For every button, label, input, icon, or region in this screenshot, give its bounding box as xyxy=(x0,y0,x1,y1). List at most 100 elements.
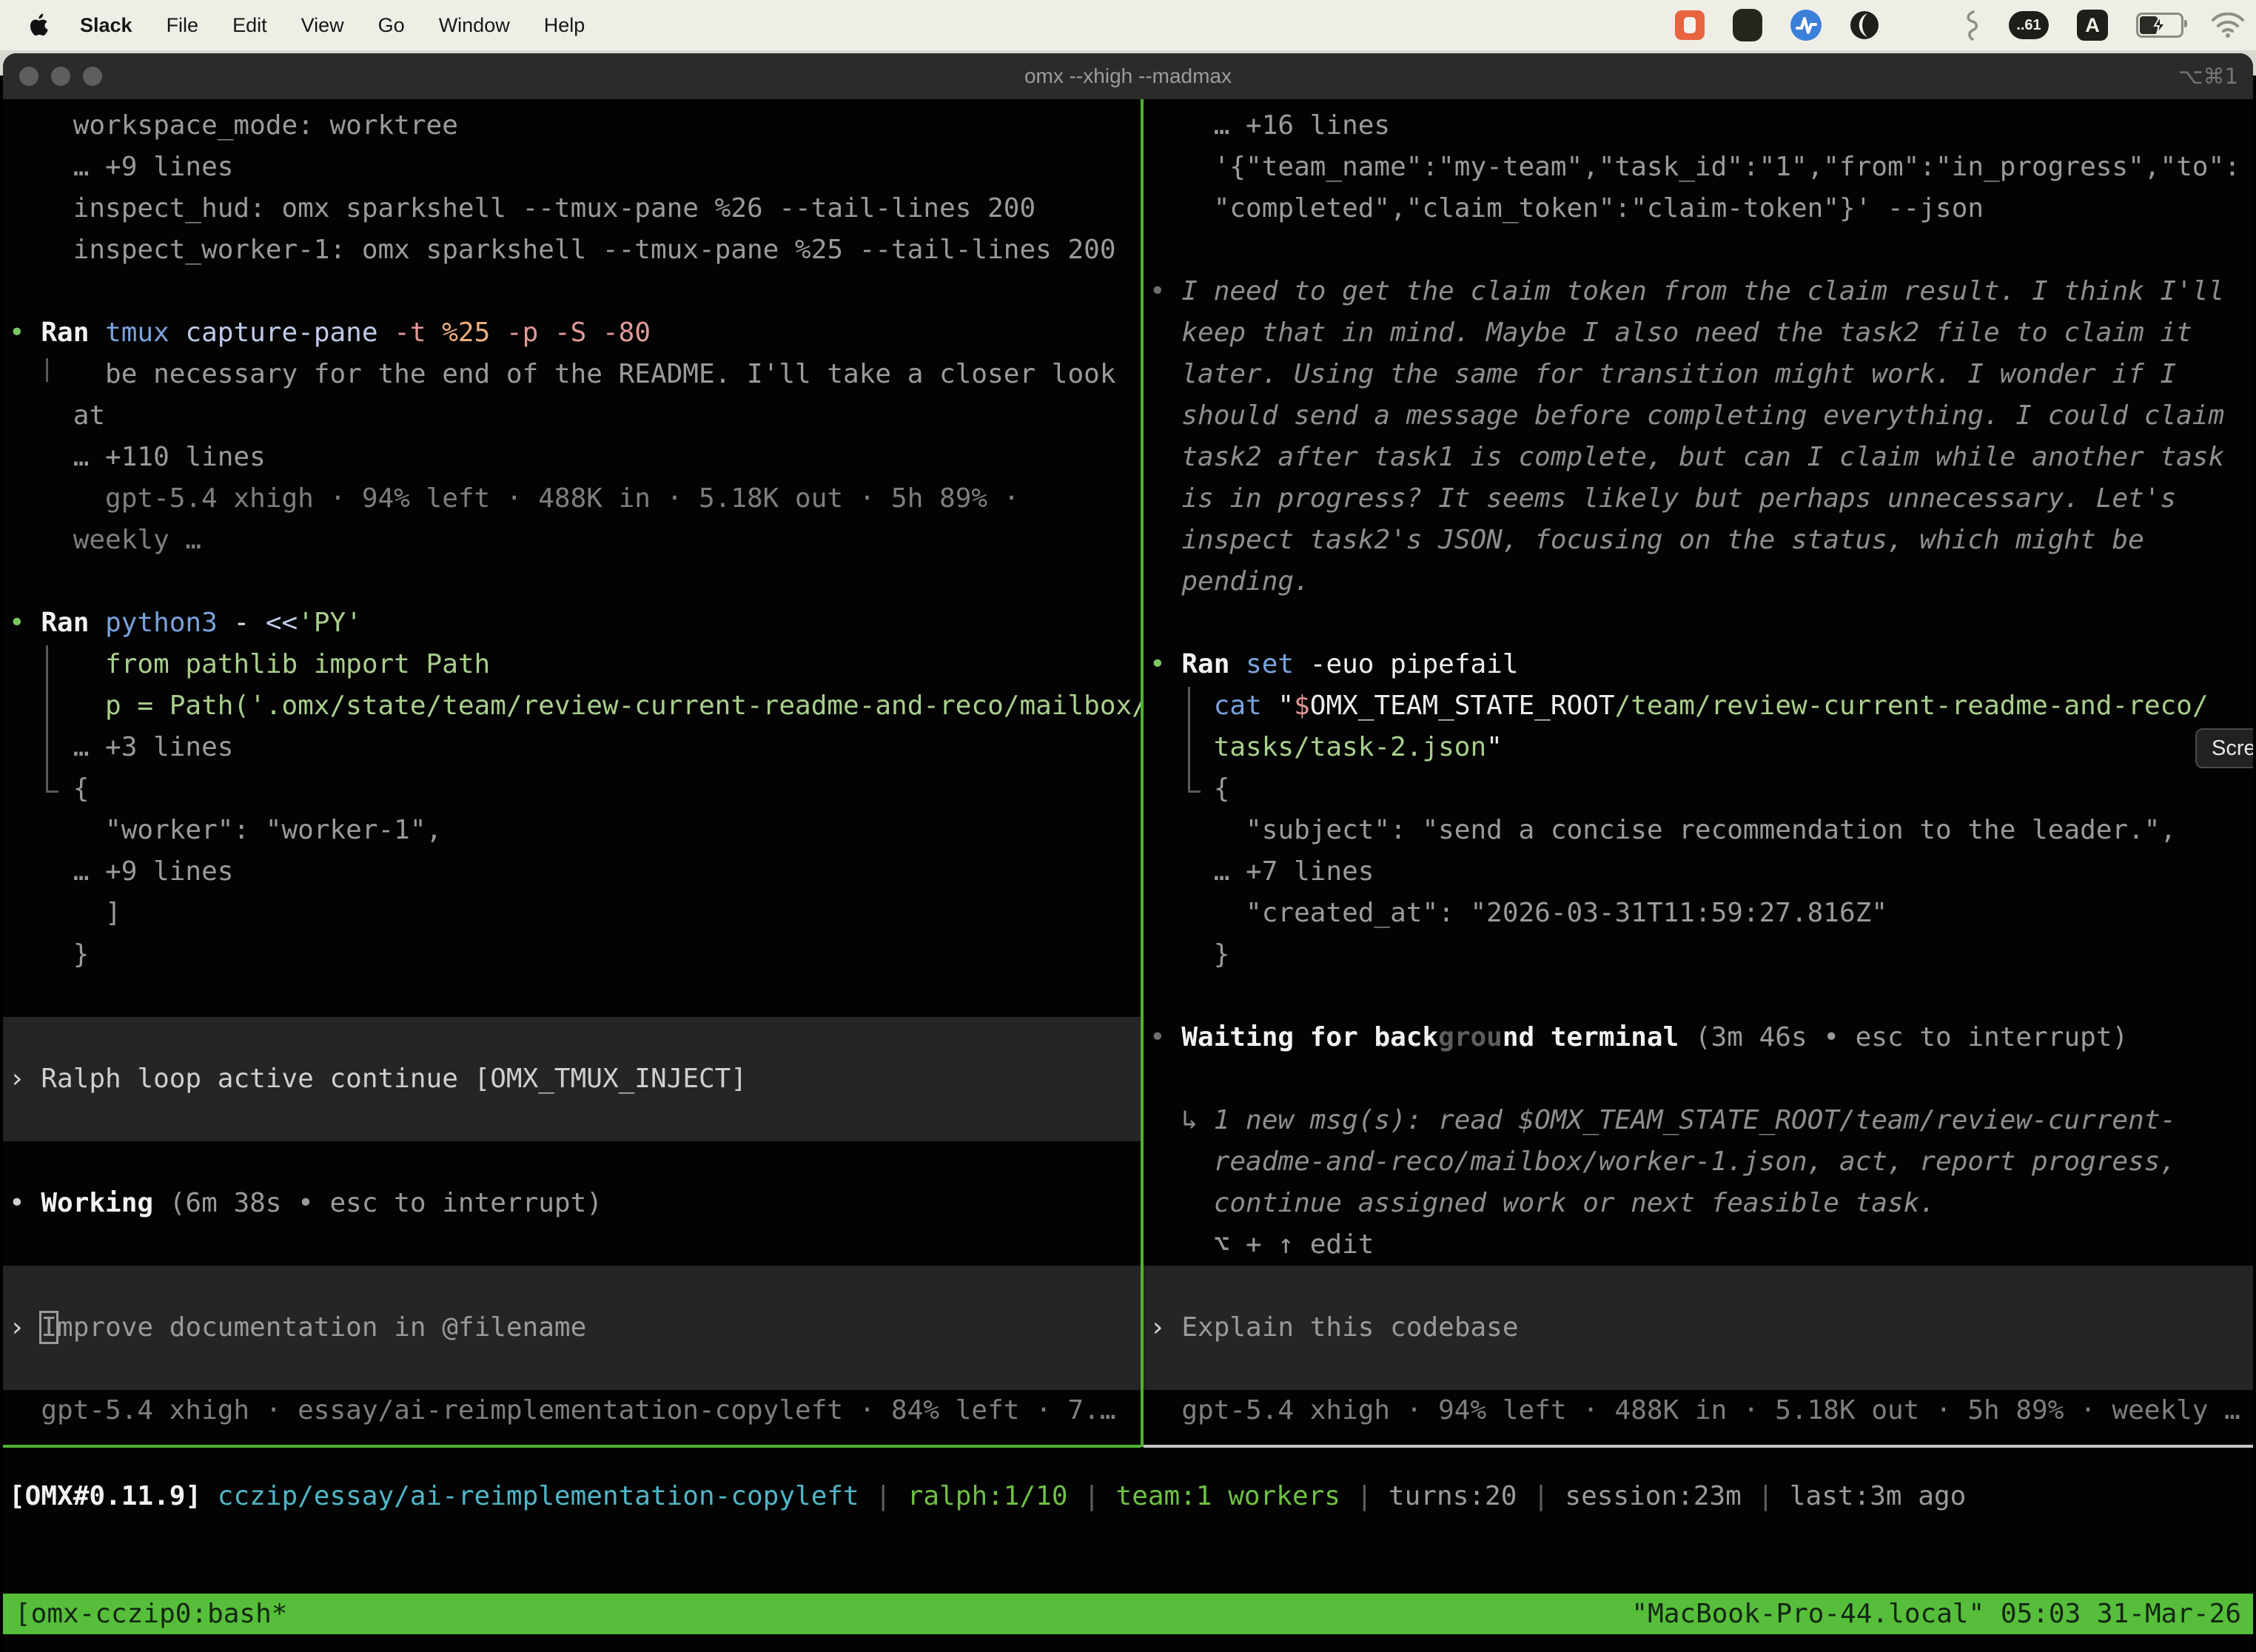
menu-item-file[interactable]: File xyxy=(167,14,199,37)
chat-app-icon[interactable] xyxy=(1675,10,1705,40)
terminal-line: … +3 lines xyxy=(3,727,1141,768)
text-segment: (3m 46s • esc to interrupt) xyxy=(1679,1022,2128,1052)
battery-charging-icon[interactable] xyxy=(2136,13,2183,38)
terminal-line xyxy=(1144,229,2253,271)
menu-item-go[interactable]: Go xyxy=(378,14,405,37)
text-segment: Waiting for back xyxy=(1181,1022,1438,1052)
text-segment: "subject": "send a concise recommendatio… xyxy=(1149,815,2176,845)
pane-divider[interactable] xyxy=(1141,99,1144,1447)
text-segment: | xyxy=(859,1481,907,1511)
tmux-status-bar: [omx-cczip0:bash* "MacBook-Pro-44.local"… xyxy=(3,1594,2253,1634)
text-segment: } xyxy=(9,939,89,970)
terminal-line xyxy=(1144,602,2253,644)
menu-bar: Slack File Edit View Go Window Help ..61… xyxy=(0,0,2256,50)
terminal-line: inspect_worker-1: omx sparkshell --tmux-… xyxy=(3,229,1141,271)
menu-item-edit[interactable]: Edit xyxy=(232,14,267,37)
text-segment: Ran xyxy=(1181,649,1246,679)
text-segment: › xyxy=(9,1312,41,1343)
terminal-line: pending. xyxy=(1144,561,2253,602)
text-segment: inspect task2's JSON, focusing on the st… xyxy=(1149,525,2144,555)
text-segment: task2 after task1 is complete, but can I… xyxy=(1149,442,2224,472)
text-segment: Explain this codebase xyxy=(1181,1312,1518,1343)
text-segment: << xyxy=(266,608,298,638)
dots-grid-icon[interactable] xyxy=(1907,12,1935,39)
pulse-circle-icon[interactable] xyxy=(1790,10,1822,41)
window-titlebar[interactable]: omx --xhigh --madmax ⌥⌘1 xyxy=(3,53,2253,99)
text-segment: … +9 lines xyxy=(9,856,233,887)
hook-squiggle-icon[interactable] xyxy=(1963,9,1981,41)
text-segment: " xyxy=(1486,732,1503,762)
text-segment: '{"team_name":"my-team","task_id":"1","f… xyxy=(1149,152,2240,182)
text-segment: | xyxy=(1742,1481,1790,1511)
text-segment: inspect_worker-1: omx sparkshell --tmux-… xyxy=(9,235,1116,265)
prompt-input-line[interactable]: › Improve documentation in @filename xyxy=(3,1307,1141,1349)
terminal-line: › Ralph loop active continue [OMX_TMUX_I… xyxy=(3,1058,1141,1100)
text-segment: readme-and-reco/mailbox/worker-1.json, a… xyxy=(1149,1146,2176,1177)
terminal-line: "subject": "send a concise recommendatio… xyxy=(1144,810,2253,851)
text-segment: › xyxy=(9,1064,41,1094)
terminal-line: { xyxy=(1144,768,2253,810)
terminal-line: gpt-5.4 xhigh · 94% left · 488K in · 5.1… xyxy=(1144,1390,2253,1431)
text-segment: gpt-5.4 xhigh · 94% left · 488K in · 5.1… xyxy=(1149,1395,2240,1426)
text-segment: p = Path('.omx/state/team/review-current… xyxy=(9,691,1141,721)
input-source-icon[interactable]: A xyxy=(2077,10,2108,41)
output-connector-icon xyxy=(1188,687,1201,793)
text-segment: (6m 38s • esc to interrupt) xyxy=(153,1188,602,1218)
text-segment: • xyxy=(9,1188,41,1218)
text-segment: capture-pane xyxy=(185,318,394,348)
moon-circle-icon[interactable] xyxy=(1850,10,1879,40)
terminal-line: tasks/task-2.json" xyxy=(1144,727,2253,768)
text-segment: OMX_TEAM_STATE_ROOT xyxy=(1310,691,1615,721)
text-segment: Ran xyxy=(41,318,105,348)
text-segment: … +9 lines xyxy=(9,152,233,182)
terminal-line: • Ran tmux capture-pane -t %25 -p -S -80 xyxy=(3,312,1141,354)
hud-status-line: [OMX#0.11.9] cczip/essay/ai-reimplementa… xyxy=(9,1476,1966,1517)
text-segment: session:23m xyxy=(1565,1481,1741,1511)
wifi-icon[interactable] xyxy=(2212,13,2244,38)
text-segment: -euo pipefail xyxy=(1310,649,1519,679)
text-segment: } xyxy=(1149,939,1229,970)
prompt-input-line[interactable]: › Explain this codebase xyxy=(1144,1307,2253,1349)
terminal-line xyxy=(3,271,1141,312)
menu-app-name[interactable]: Slack xyxy=(80,14,132,37)
menu-item-view[interactable]: View xyxy=(301,14,344,37)
terminal-line xyxy=(3,976,1141,1017)
text-segment: tmux xyxy=(105,318,185,348)
text-segment: gpt-5.4 xhigh · essay/ai-reimplementatio… xyxy=(9,1395,1116,1426)
text-segment: Ran xyxy=(41,608,105,638)
terminal-line: cat "$OMX_TEAM_STATE_ROOT/team/review-cu… xyxy=(1144,685,2253,727)
terminal-line: gpt-5.4 xhigh · 94% left · 488K in · 5.1… xyxy=(3,478,1141,520)
badge-61-icon[interactable]: ..61 xyxy=(2009,11,2049,39)
apple-menu-icon[interactable] xyxy=(27,12,49,38)
terminal-line xyxy=(3,1100,1141,1141)
grid-shield-icon[interactable] xyxy=(1733,9,1762,41)
text-segment: ] xyxy=(9,898,121,928)
terminal-line: … +9 lines xyxy=(3,147,1141,188)
terminal-line: … +7 lines xyxy=(1144,851,2253,893)
menu-item-help[interactable]: Help xyxy=(544,14,585,37)
text-segment: -t xyxy=(394,318,442,348)
terminal-line: later. Using the same for transition mig… xyxy=(1144,354,2253,395)
terminal-line xyxy=(3,1224,1141,1266)
text-segment: mprove documentation in @filename xyxy=(57,1312,586,1343)
text-segment: … +110 lines xyxy=(9,442,266,472)
terminal-line xyxy=(3,1141,1141,1183)
text-segment: continue assigned work or next feasible … xyxy=(1149,1188,1936,1218)
text-segment: %25 xyxy=(442,318,506,348)
tmux-pane-right[interactable]: … +16 lines '{"team_name":"my-team","tas… xyxy=(1144,99,2253,1447)
text-segment: - xyxy=(233,608,265,638)
text-segment: be necessary for the end of the README. … xyxy=(9,359,1116,389)
text-segment: | xyxy=(1340,1481,1389,1511)
text-segment: " xyxy=(1278,691,1294,721)
terminal-line xyxy=(3,561,1141,602)
terminal-line: … +16 lines xyxy=(1144,105,2253,147)
tmux-pane-left[interactable]: workspace_mode: worktree … +9 lines insp… xyxy=(3,99,1141,1447)
text-segment: • xyxy=(1149,276,1181,306)
text-segment: "worker": "worker-1", xyxy=(9,815,442,845)
terminal-line: '{"team_name":"my-team","task_id":"1","f… xyxy=(1144,147,2253,188)
text-segment: workspace_mode: worktree xyxy=(9,110,458,141)
text-segment: python3 xyxy=(105,608,233,638)
terminal-line: ⌥ + ↑ edit xyxy=(1144,1224,2253,1266)
text-segment: "created_at": "2026-03-31T11:59:27.816Z" xyxy=(1149,898,1887,928)
menu-item-window[interactable]: Window xyxy=(439,14,510,37)
